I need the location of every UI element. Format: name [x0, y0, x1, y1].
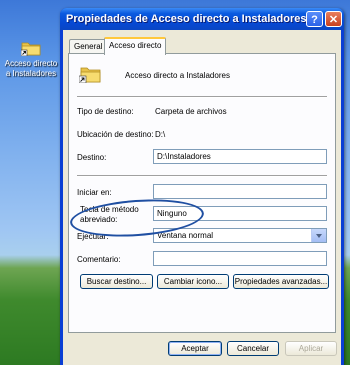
target-type-label: Tipo de destino:: [77, 107, 134, 116]
target-location-label: Ubicación de destino:: [77, 130, 154, 139]
help-button[interactable]: ?: [306, 11, 323, 27]
close-button[interactable]: ✕: [325, 11, 342, 27]
folder-shortcut-icon: [20, 40, 41, 57]
tab-general[interactable]: General: [69, 39, 108, 53]
apply-button[interactable]: Aplicar: [285, 341, 337, 356]
target-location-value: D:\: [155, 130, 166, 139]
start-in-label: Iniciar en:: [77, 188, 112, 197]
comment-field[interactable]: [153, 251, 327, 266]
find-target-button[interactable]: Buscar destino...: [80, 274, 153, 289]
separator: [77, 175, 327, 177]
window-title: Propiedades de Acceso directo a Instalad…: [66, 13, 307, 25]
properties-window: Propiedades de Acceso directo a Instalad…: [60, 8, 344, 365]
dialog-body: General Acceso directo Acceso directo a …: [63, 30, 341, 365]
title-bar[interactable]: Propiedades de Acceso directo a Instalad…: [60, 8, 344, 30]
run-select[interactable]: Ventana normal: [153, 228, 327, 243]
desktop-icon-label: Acceso directo a Instaladores: [4, 59, 58, 78]
chevron-down-icon[interactable]: [311, 229, 326, 242]
change-icon-button[interactable]: Cambiar icono...: [157, 274, 229, 289]
comment-label: Comentario:: [77, 255, 121, 264]
tab-acceso-directo[interactable]: Acceso directo: [104, 37, 167, 55]
separator: [77, 96, 327, 98]
shortcut-name: Acceso directo a Instaladores: [125, 71, 230, 80]
shortcut-tab-panel: Acceso directo a Instaladores Tipo de de…: [68, 53, 336, 333]
desktop-shortcut-icon[interactable]: Acceso directo a Instaladores: [4, 40, 58, 79]
target-field[interactable]: D:\Instaladores: [153, 149, 327, 164]
folder-shortcut-icon: [78, 65, 101, 84]
start-in-field[interactable]: [153, 184, 327, 199]
target-label: Destino:: [77, 153, 107, 162]
target-type-value: Carpeta de archivos: [155, 107, 227, 116]
advanced-properties-button[interactable]: Propiedades avanzadas...: [233, 274, 329, 289]
cancel-button[interactable]: Cancelar: [227, 341, 279, 356]
ok-button[interactable]: Aceptar: [168, 341, 222, 356]
